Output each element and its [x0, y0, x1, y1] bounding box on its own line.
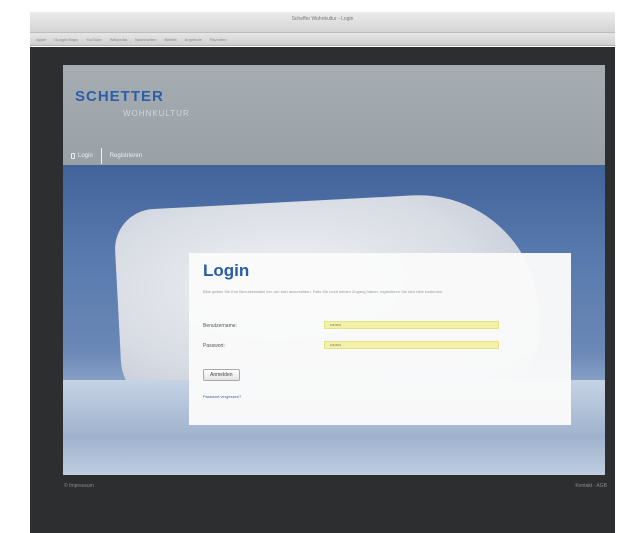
lock-icon: [71, 153, 75, 159]
nav-item-label: Login: [78, 153, 93, 159]
bookmark-item[interactable]: Nachrichten: [135, 37, 156, 42]
nav-divider: [100, 148, 102, 164]
logo[interactable]: SCHETTER: [75, 88, 164, 105]
bookmark-item[interactable]: Beliebt: [164, 37, 176, 42]
bookmark-item[interactable]: YouTube: [86, 37, 102, 42]
login-button[interactable]: Anmelden: [203, 369, 240, 381]
username-field[interactable]: ••••••••: [324, 321, 499, 329]
bookmarks-bar: Apple Google Maps YouTube Wikipedia Nach…: [30, 33, 615, 46]
window-titlebar: Scheffer Wohnkultur - Login: [30, 12, 615, 33]
footer-right-link[interactable]: Kontakt · AGB: [575, 483, 607, 489]
nav-item-label: Registrieren: [109, 153, 143, 159]
nav-item-login[interactable]: Login: [71, 153, 93, 159]
site-container: SCHETTER WOHNKULTUR Login Registrieren L…: [63, 65, 605, 475]
bookmark-item[interactable]: Wikipedia: [110, 37, 127, 42]
forgot-password-link[interactable]: Passwort vergessen?: [203, 394, 241, 399]
page-viewport: SCHETTER WOHNKULTUR Login Registrieren L…: [30, 47, 615, 533]
login-title: Login: [203, 261, 250, 280]
site-header: SCHETTER WOHNKULTUR Login Registrieren: [63, 65, 605, 165]
password-field[interactable]: ••••••••: [324, 341, 499, 349]
main-nav: Login Registrieren: [71, 148, 142, 164]
nav-item-register[interactable]: Registrieren: [110, 153, 142, 159]
login-box: Login Bitte geben Sie Ihre Benutzerdaten…: [189, 253, 571, 425]
logo-subtitle: WOHNKULTUR: [123, 109, 190, 118]
bookmark-item[interactable]: Angebote: [185, 37, 202, 42]
password-label: Passwort:: [203, 343, 225, 349]
bookmark-item[interactable]: Google Maps: [54, 37, 78, 42]
bookmark-item[interactable]: Apple: [36, 37, 46, 42]
username-label: Benutzername:: [203, 323, 237, 329]
browser-window: Scheffer Wohnkultur - Login Apple Google…: [0, 0, 617, 533]
window-title: Scheffer Wohnkultur - Login: [291, 16, 354, 22]
bookmark-item[interactable]: Favoriten: [210, 37, 227, 42]
footer-left-link[interactable]: © Impressum: [64, 483, 94, 489]
login-intro-text: Bitte geben Sie Ihre Benutzerdaten ein, …: [203, 289, 443, 294]
